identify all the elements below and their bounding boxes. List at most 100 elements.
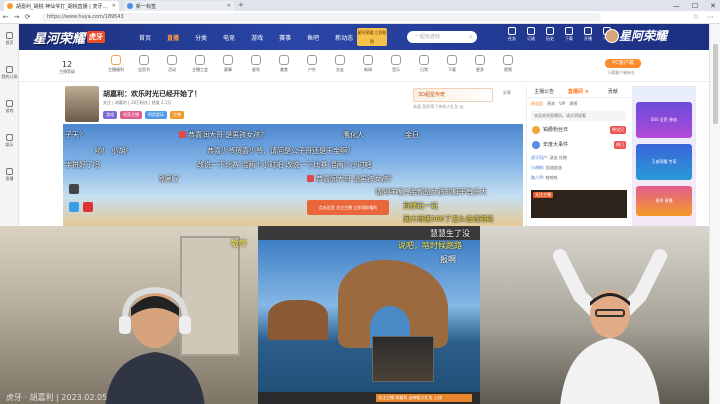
home-icon	[6, 32, 13, 39]
danmaku-text: 哟！ 小胡！	[95, 147, 133, 155]
list-item[interactable]: 年度大事件 热门	[531, 138, 626, 152]
streamer-info: 胡嘉利：欢乐时光已经开始了！ 关注 | 胡嘉利 | 18万粉丝 | 热度 2.1…	[63, 86, 577, 122]
url-input[interactable]: https://www.huya.com/189543	[41, 12, 601, 22]
chat-user[interactable]: 小胡粉	[531, 165, 543, 170]
category-item[interactable]: 赛事	[217, 55, 239, 73]
sidebar-item-entertainment[interactable]: 娱乐	[0, 134, 19, 148]
room-tag[interactable]: 电竞主播	[120, 111, 142, 119]
category-item[interactable]: 全民节	[133, 55, 155, 73]
category-item[interactable]: 户外	[301, 55, 323, 73]
nav-games[interactable]: 游戏	[243, 33, 271, 42]
new-tab-button[interactable]: +	[238, 1, 244, 9]
room-tag[interactable]: 阿凯爱玩	[145, 111, 167, 119]
maximize-button[interactable]: ☐	[692, 2, 698, 10]
danmaku-text: 鹰化人	[343, 131, 364, 139]
gift-icon	[179, 131, 186, 138]
danmaku-text: 直播玩一玩	[403, 202, 438, 210]
avatar[interactable]	[605, 29, 619, 43]
browser-tab-other[interactable]: 新一标签 ✕	[124, 1, 234, 11]
nav-home[interactable]: 首页	[131, 33, 159, 42]
room-meta: 关注 | 胡嘉利 | 18万粉丝 | 热度 2.1万	[103, 100, 172, 105]
event-logo[interactable]: 星阿荣耀	[619, 27, 667, 44]
nav-category[interactable]: 分类	[187, 33, 215, 42]
user-menu-label: 下载	[565, 36, 573, 41]
user-menu-history[interactable]: 历史	[543, 27, 557, 42]
video-player[interactable]: 子天？ 恭喜润大哥 是男孩女孩？ 鹰化人 金日 哟！ 小胡！ 恭喜少爷贺喜少爷，…	[63, 124, 523, 228]
achievement-badge[interactable]: 3D超星传奇	[413, 88, 493, 102]
category-item[interactable]: 新闻	[357, 55, 379, 73]
chat-user[interactable]: 路人甲	[531, 175, 543, 180]
pc-client-button[interactable]: PC客户端	[605, 59, 641, 68]
sidebar-item-games[interactable]: 游戏	[0, 100, 19, 114]
list-item[interactable]: 铂爵粉丝日 带宝贝	[531, 123, 626, 137]
room-tag[interactable]: 主播	[170, 111, 184, 119]
danmaku-text: 改说一下比赛 混两个小时吧 改说一下比赛 混两个小时吧	[197, 161, 372, 169]
bookmark-star-icon[interactable]: ☆	[693, 13, 699, 21]
mini-video-label: 关注主播	[533, 192, 553, 198]
user-menu-broadcast[interactable]: 开播	[581, 27, 595, 42]
mini-video[interactable]: 关注主播	[531, 190, 627, 218]
close-tab-icon[interactable]: ✕	[227, 3, 231, 9]
tab-room[interactable]: 直播间 ★	[561, 86, 595, 97]
back-icon[interactable]: ←	[0, 13, 11, 21]
danmaku-text: 恭喜少爷贺喜少爷，请问是公子哥还是千金啊？	[207, 147, 354, 155]
nav-esports[interactable]: 电竞	[215, 33, 243, 42]
browser-tab-active[interactable]: 胡嘉利_胡桃 神仙爷打_胡桃直播 | 虎牙... ✕	[4, 1, 119, 11]
sidebar-item-home[interactable]: 首页	[0, 32, 19, 46]
search-input[interactable]: 一起玩游戏 ⌕	[407, 31, 477, 43]
site-logo[interactable]: 星河荣耀 虎牙	[33, 27, 106, 47]
category-item[interactable]: 主播福利	[105, 55, 127, 73]
category-item[interactable]: 星秀	[245, 55, 267, 73]
subtab-weekly[interactable]: 周榜	[569, 98, 577, 109]
subtab-fans[interactable]: 粉丝团	[531, 98, 543, 109]
category-item[interactable]: 下载	[441, 55, 463, 73]
logo-text: 星河荣耀	[33, 31, 86, 47]
subtab-vip[interactable]: VIP	[559, 98, 565, 109]
subtab-vip-guest[interactable]: 贵宾	[547, 98, 555, 109]
category-item[interactable]: 日常	[413, 55, 435, 73]
ad-banner[interactable]: 王者荣耀 专享	[636, 144, 692, 180]
pc-client-subtext: 下载客户端有礼	[607, 70, 635, 75]
wallpaper-rock-arch	[338, 260, 448, 348]
category-item[interactable]: 美食	[273, 55, 295, 73]
nav-events[interactable]: 赛事	[271, 33, 299, 42]
category-item[interactable]: 更多	[469, 55, 491, 73]
user-menu-download[interactable]: 下载	[562, 27, 576, 42]
webcam-composite: 虎牙 · 胡嘉利 | 2023.02.05 关注主播 胡嘉利 送神秘大礼包 上线…	[0, 226, 709, 404]
chat-user[interactable]: 虎牙用户	[531, 155, 547, 160]
ad-banner[interactable]: 星秀 直播	[636, 186, 692, 216]
ad-banner[interactable]: SSS 全民 参加	[636, 102, 692, 138]
sidebar-item-subscriptions[interactable]: 我的订阅	[0, 66, 19, 80]
share-button[interactable]: 分享	[503, 90, 511, 96]
extensions-icon[interactable]: ⋯	[707, 13, 714, 21]
streamer-figure-left	[105, 286, 205, 404]
forward-icon[interactable]: →	[11, 13, 22, 21]
logo-badge: 虎牙	[87, 31, 106, 43]
category-item[interactable]: 活动	[161, 55, 183, 73]
room-tag[interactable]: 游戏	[103, 111, 117, 119]
category-item[interactable]: 音乐	[385, 55, 407, 73]
nav-fishbar[interactable]: 鱼吧	[299, 33, 327, 42]
danmaku: 说吧，啥时候跑路	[398, 241, 462, 250]
close-tab-icon[interactable]: ✕	[112, 3, 116, 9]
search-icon[interactable]: ⌕	[469, 31, 472, 43]
vertical-scrollbar[interactable]	[709, 24, 720, 404]
category-item[interactable]: 视频	[497, 55, 519, 73]
promo-banner[interactable]: 星阿荣耀 立即抢购	[357, 28, 387, 46]
user-menu-subscribe[interactable]: 订阅	[524, 27, 538, 42]
category-item[interactable]: 主播工会	[189, 55, 211, 73]
minimize-button[interactable]: —	[673, 2, 680, 10]
tab-contrib[interactable]: 贡献	[596, 86, 630, 97]
user-menu-task[interactable]: 任务	[505, 27, 519, 42]
category-item[interactable]: 交友	[329, 55, 351, 73]
danmaku-text: 润大哥被360了怎么说说陪结	[403, 215, 494, 223]
event-icon	[532, 141, 540, 149]
follow-popup[interactable]: 点击这里 关注主播 立即领取福利	[307, 200, 389, 215]
refresh-icon[interactable]: ⟳	[22, 13, 33, 21]
sidebar-item-live[interactable]: 直播	[0, 168, 19, 182]
scrollbar-thumb[interactable]	[713, 44, 718, 124]
close-window-button[interactable]: ✕	[710, 2, 716, 10]
tab-notice[interactable]: 主播公告	[527, 86, 561, 97]
streamer-avatar[interactable]	[65, 86, 99, 122]
nav-live[interactable]: 直播	[159, 33, 187, 42]
